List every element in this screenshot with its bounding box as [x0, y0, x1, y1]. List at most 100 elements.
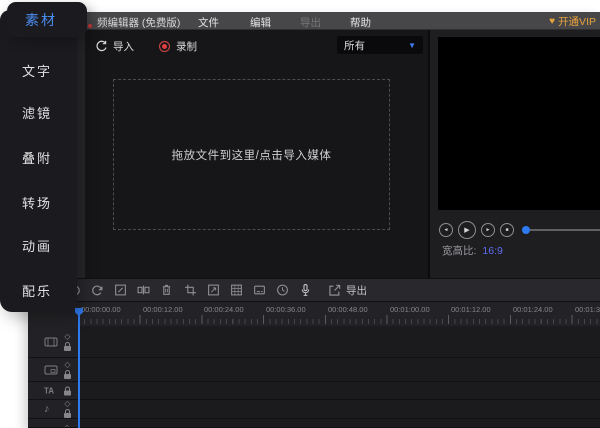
- scale-icon[interactable]: [207, 284, 220, 297]
- pip-track-icon: [44, 364, 58, 376]
- ruler-label: 00:00:48.00: [328, 305, 368, 314]
- ruler-label: 00:00:12.00: [143, 305, 183, 314]
- text-track-header: TA: [28, 382, 78, 399]
- import-button[interactable]: 导入: [95, 39, 134, 54]
- lock-icon[interactable]: [64, 409, 71, 418]
- vip-label: 开通VIP: [558, 16, 596, 28]
- volume-slider[interactable]: [522, 226, 600, 234]
- track-row-text: TA: [28, 382, 600, 399]
- preview-panel: ◄ ▶ ► ■ 宽高比: 16:9: [430, 30, 600, 278]
- ruler-label: 00:00:24.00: [204, 305, 244, 314]
- menubar: 频编辑器 (免费版) 文件 编辑 导出 帮助 ♥ 开通VIP: [28, 12, 600, 30]
- pip-track-header: ◇: [28, 358, 78, 381]
- lock-icon[interactable]: [64, 386, 71, 395]
- keyframe-icon[interactable]: ◇: [64, 424, 70, 428]
- export-icon: [329, 284, 341, 296]
- split-icon[interactable]: [137, 284, 150, 297]
- sidebar-item-transition[interactable]: 转场: [22, 193, 52, 212]
- voice-track-header: ◇: [28, 419, 78, 427]
- ruler-label: 00:01:00.00: [390, 305, 430, 314]
- lock-icon[interactable]: [64, 341, 71, 351]
- import-label: 导入: [113, 41, 134, 53]
- app-window: 频编辑器 (免费版) 文件 编辑 导出 帮助 ♥ 开通VIP 导入 录制 所有 …: [28, 12, 600, 428]
- vip-heart-icon: ♥: [549, 15, 556, 27]
- menu-file[interactable]: 文件: [198, 15, 219, 30]
- track-row-pip: ◇: [28, 358, 600, 381]
- logo-notification-dot: [88, 24, 92, 28]
- playhead[interactable]: [78, 310, 80, 428]
- media-filter-dropdown[interactable]: 所有 ▼: [337, 36, 423, 54]
- text-track-lane[interactable]: [78, 382, 600, 399]
- record-button[interactable]: 录制: [158, 39, 197, 54]
- sidebar-item-overlay[interactable]: 叠附: [22, 148, 52, 167]
- media-dropzone[interactable]: 拖放文件到这里/点击导入媒体: [113, 79, 390, 230]
- record-label: 录制: [176, 41, 197, 53]
- sidebar-item-music[interactable]: 配乐: [22, 281, 52, 300]
- screen: 频编辑器 (免费版) 文件 编辑 导出 帮助 ♥ 开通VIP 导入 录制 所有 …: [0, 0, 600, 428]
- timeline-tracks: ◇ ◇ TA ♪ ◇: [28, 326, 600, 428]
- workspace: 导入 录制 所有 ▼ 拖放文件到这里/点击导入媒体 ◄ ▶ ► ■ 宽高比: 1…: [28, 30, 600, 278]
- aspect-ratio-value[interactable]: 16:9: [482, 245, 502, 257]
- track-row-voice: ◇: [28, 419, 600, 427]
- aspect-ratio-row: 宽高比: 16:9: [442, 243, 503, 258]
- menu-help[interactable]: 帮助: [350, 15, 371, 30]
- prev-frame-icon: ◄: [443, 227, 449, 233]
- sidebar-item-text[interactable]: 文字: [22, 61, 52, 80]
- keyframe-icon[interactable]: ◇: [64, 332, 70, 341]
- music-track-lane[interactable]: [78, 400, 600, 418]
- keyframe-icon[interactable]: ◇: [64, 360, 70, 369]
- mosaic-icon[interactable]: [230, 284, 243, 297]
- vip-button[interactable]: ♥ 开通VIP: [549, 14, 596, 29]
- voiceover-mic-icon[interactable]: [299, 284, 312, 297]
- chevron-down-icon: ▼: [408, 40, 416, 50]
- next-frame-button[interactable]: ►: [481, 223, 495, 237]
- track-row-video: ◇: [28, 326, 600, 357]
- stop-icon: ■: [505, 227, 509, 233]
- export-label: 导出: [346, 284, 367, 297]
- dropzone-hint: 拖放文件到这里/点击导入媒体: [171, 149, 332, 162]
- active-tab-label: 素材: [25, 11, 57, 28]
- pip-track-lane[interactable]: [78, 358, 600, 381]
- stop-button[interactable]: ■: [500, 223, 514, 237]
- play-icon: ▶: [464, 227, 470, 234]
- next-frame-icon: ►: [485, 227, 491, 233]
- slider-handle[interactable]: [522, 226, 530, 234]
- lock-icon[interactable]: [64, 369, 71, 379]
- redo-icon[interactable]: [91, 284, 104, 297]
- ruler-label: 00:00:36.00: [266, 305, 306, 314]
- ruler-label: 00:01:24.00: [513, 305, 553, 314]
- sidebar-item-material-active[interactable]: 素材: [7, 2, 87, 37]
- video-track-lane[interactable]: [78, 326, 600, 357]
- record-icon: [158, 40, 171, 53]
- ruler-label: 00:01:36.00: [575, 305, 600, 314]
- import-icon: [96, 40, 107, 52]
- filter-selected-value: 所有: [344, 39, 365, 52]
- edit-toolbar: 导出: [28, 278, 600, 302]
- window-title: 频编辑器 (免费版): [97, 17, 181, 29]
- menu-edit[interactable]: 编辑: [250, 15, 271, 30]
- subtitle-icon[interactable]: [253, 284, 266, 297]
- duration-icon[interactable]: [276, 284, 289, 297]
- ruler-label: 00:00:00.00: [81, 305, 121, 314]
- text-track-icon: TA: [44, 386, 55, 395]
- sidebar-item-animation[interactable]: 动画: [22, 236, 52, 255]
- sidebar-item-filter[interactable]: 滤镜: [22, 103, 52, 122]
- voice-track-lane[interactable]: [78, 419, 600, 427]
- playback-controls: ◄ ▶ ► ■: [439, 220, 600, 240]
- prev-frame-button[interactable]: ◄: [439, 223, 453, 237]
- timeline-ruler[interactable]: 00:00:00.00 00:00:12.00 00:00:24.00 00:0…: [28, 302, 600, 326]
- play-button[interactable]: ▶: [458, 221, 476, 239]
- crop-icon[interactable]: [184, 284, 197, 297]
- keyframe-icon[interactable]: ◇: [64, 400, 70, 408]
- video-track-header: ◇: [28, 326, 78, 357]
- ruler-major-ticks: [78, 315, 600, 324]
- video-track-icon: [44, 336, 58, 348]
- aspect-ratio-label: 宽高比:: [442, 245, 477, 257]
- ruler-label: 00:01:12.00: [451, 305, 491, 314]
- menu-export[interactable]: 导出: [300, 15, 321, 30]
- export-button[interactable]: 导出: [328, 279, 367, 301]
- media-panel: 导入 录制 所有 ▼ 拖放文件到这里/点击导入媒体: [85, 30, 428, 278]
- delete-icon[interactable]: [160, 284, 173, 297]
- music-track-header: ♪ ◇: [28, 400, 78, 418]
- edit-icon[interactable]: [114, 284, 127, 297]
